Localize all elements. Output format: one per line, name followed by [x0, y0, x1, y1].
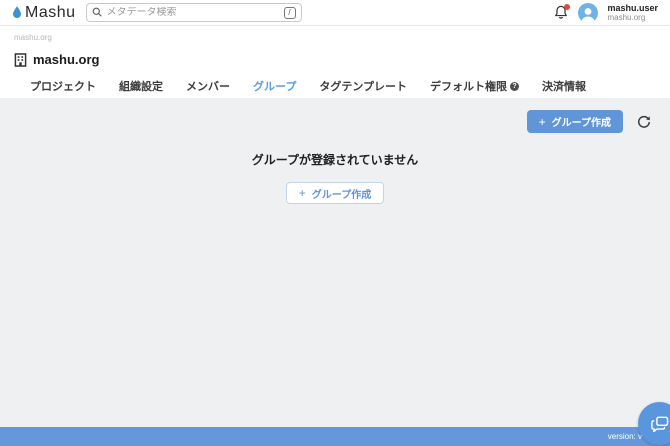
version-text: version: v [608, 432, 642, 441]
help-icon[interactable] [510, 82, 519, 91]
empty-create-group-button[interactable]: グループ作成 [286, 182, 384, 204]
breadcrumb-org-link[interactable]: mashu.org [14, 33, 52, 42]
logo-text: Mashu [25, 4, 76, 22]
breadcrumb: mashu.org [0, 26, 670, 42]
empty-message: グループが登録されていません [0, 151, 670, 168]
refresh-button[interactable] [637, 115, 651, 129]
page-title: mashu.org [33, 52, 99, 67]
action-row: グループ作成 [0, 98, 670, 133]
user-name: mashu.user [607, 3, 658, 13]
notification-badge [564, 4, 570, 10]
user-info[interactable]: mashu.user mashu.org [607, 3, 658, 23]
water-drop-icon [12, 6, 22, 19]
chat-bubbles-icon [651, 416, 669, 432]
slash-shortcut-icon [284, 7, 296, 19]
groups-panel: グループ作成 グループが登録されていません グループ作成 [0, 98, 670, 427]
header-right: mashu.user mashu.org [554, 3, 658, 23]
plus-icon [539, 115, 546, 129]
search-icon [92, 4, 102, 22]
user-org: mashu.org [607, 13, 658, 22]
empty-state: グループが登録されていません グループ作成 [0, 151, 670, 204]
user-avatar[interactable] [578, 3, 598, 23]
refresh-icon [637, 115, 651, 129]
footer: version: v [0, 427, 670, 446]
notifications-button[interactable] [554, 5, 569, 21]
plus-icon [299, 186, 306, 200]
organization-icon [14, 53, 27, 67]
person-icon [578, 5, 598, 23]
metadata-search-box [86, 3, 302, 22]
search-input[interactable] [107, 7, 279, 18]
page-title-row: mashu.org [0, 42, 670, 67]
app-header: Mashu mashu.user mashu.o [0, 0, 670, 26]
create-group-button[interactable]: グループ作成 [527, 110, 623, 133]
app-logo[interactable]: Mashu [12, 4, 76, 22]
